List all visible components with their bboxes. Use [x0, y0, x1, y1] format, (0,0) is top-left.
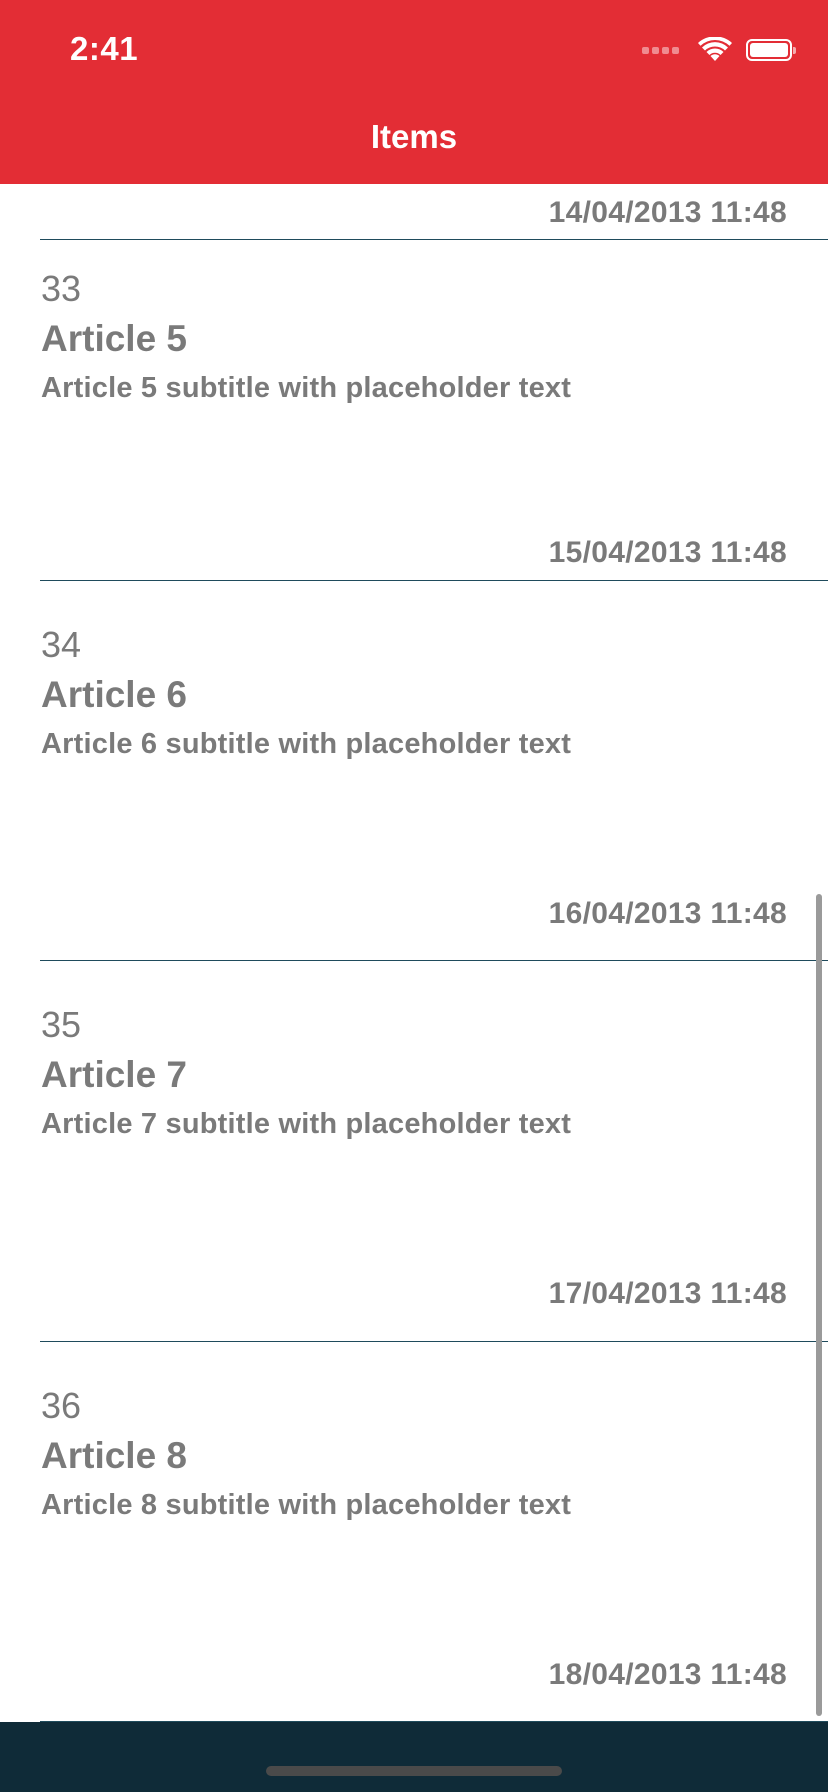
- list-item[interactable]: 36 Article 8 Article 8 subtitle with pla…: [0, 1342, 828, 1722]
- list-item-date: 14/04/2013 11:48: [548, 196, 787, 229]
- list-item-subtitle: Article 6 subtitle with placeholder text: [41, 728, 572, 760]
- list-item-title: Article 6: [41, 674, 188, 715]
- wifi-icon: [698, 37, 732, 61]
- list-item-number: 34: [41, 624, 82, 665]
- list-item-subtitle: Article 8 subtitle with placeholder text: [41, 1489, 572, 1521]
- list-item-number: 35: [41, 1004, 82, 1045]
- list-item-date: 18/04/2013 11:48: [548, 1658, 787, 1691]
- list-item-title: Article 5: [41, 318, 188, 359]
- page-title: Items: [370, 118, 458, 155]
- items-list[interactable]: 14/04/2013 11:48 33 Article 5 Article 5 …: [0, 184, 828, 1722]
- app-header: 2:41 Items: [0, 0, 828, 184]
- list-item-date: 17/04/2013 11:48: [548, 1277, 787, 1310]
- status-bar-time: 2:41: [70, 30, 139, 67]
- list-item-title: Article 8: [41, 1435, 188, 1476]
- list-item[interactable]: 33 Article 5 Article 5 subtitle with pla…: [0, 240, 828, 580]
- cellular-signal-icon: [642, 46, 682, 54]
- battery-icon: [746, 39, 796, 61]
- list-item-date: 15/04/2013 11:48: [548, 536, 787, 569]
- list-item-title: Article 7: [41, 1054, 188, 1095]
- list-item-date: 16/04/2013 11:48: [548, 897, 787, 930]
- list-item-subtitle: Article 5 subtitle with placeholder text: [41, 372, 572, 404]
- list-item-subtitle: Article 7 subtitle with placeholder text: [41, 1108, 572, 1140]
- list-item-number: 33: [41, 268, 82, 309]
- home-indicator[interactable]: [266, 1766, 562, 1776]
- list-item-number: 36: [41, 1385, 82, 1426]
- bottom-bar: [0, 1722, 828, 1792]
- list-item[interactable]: 35 Article 7 Article 7 subtitle with pla…: [0, 961, 828, 1341]
- status-bar-icons: [642, 36, 796, 64]
- scroll-indicator[interactable]: [816, 894, 822, 1716]
- list-item[interactable]: 34 Article 6 Article 6 subtitle with pla…: [0, 581, 828, 961]
